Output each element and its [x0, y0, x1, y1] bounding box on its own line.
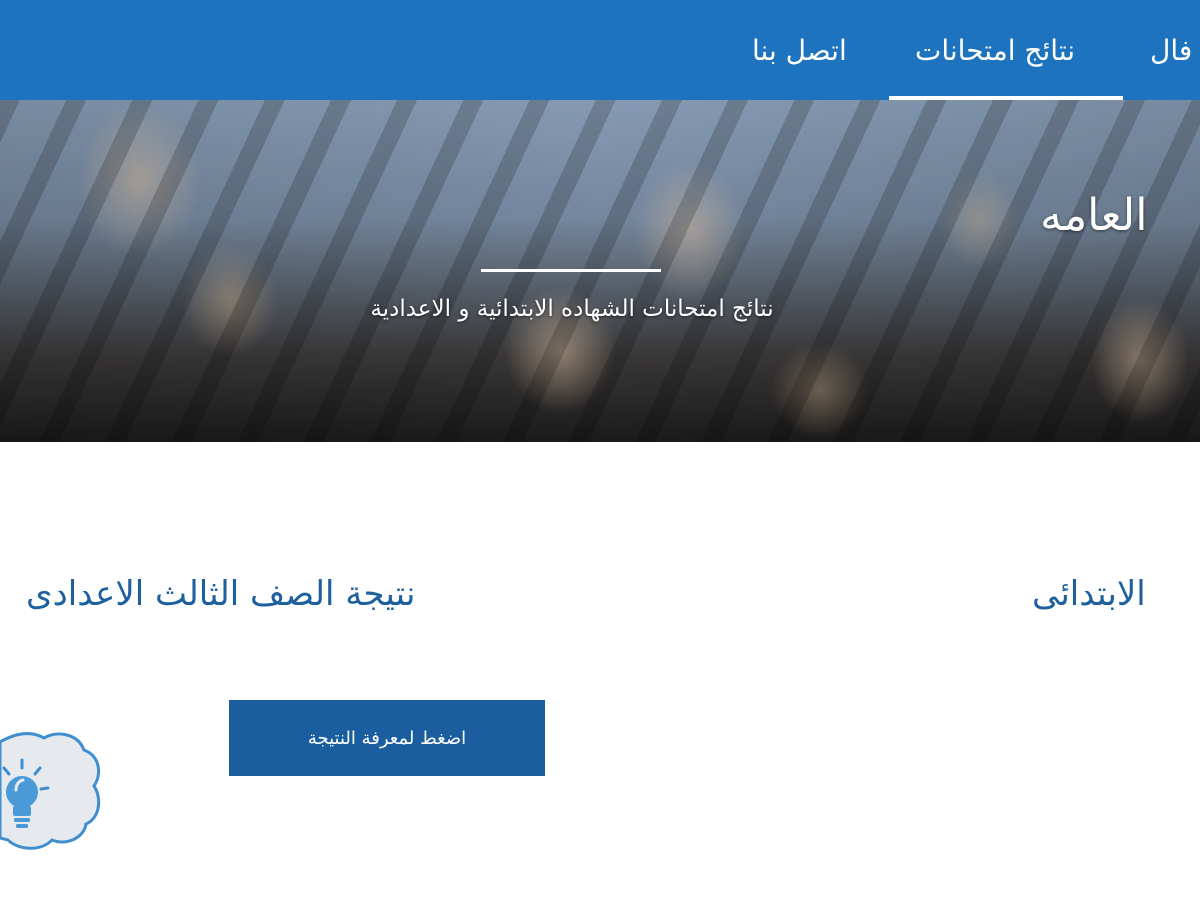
top-navbar: اتصل بنا نتائج امتحانات فال [0, 0, 1200, 100]
nav-item-partial[interactable]: فال [1150, 0, 1192, 100]
hero-divider [481, 269, 661, 272]
hero-subtitle: نتائج امتحانات الشهاده الابتدائية و الاع… [370, 296, 774, 322]
check-result-button[interactable]: اضغط لمعرفة النتيجة [229, 700, 545, 776]
nav-item-exam-results[interactable]: نتائج امتحانات [915, 0, 1075, 100]
prep-result-title: نتيجة الصف الثالث الاعدادى [26, 574, 416, 614]
hero-banner: العامه نتائج امتحانات الشهاده الابتدائية… [0, 100, 1200, 442]
hero-heading: العامه [1040, 190, 1148, 241]
nav-item-contact[interactable]: اتصل بنا [752, 0, 847, 100]
primary-result-title: الابتدائى [1032, 574, 1146, 614]
lightbulb-icon [0, 732, 101, 850]
lightbulb-badge [0, 728, 104, 866]
page: اتصل بنا نتائج امتحانات فال العامه نتائج… [0, 0, 1200, 900]
